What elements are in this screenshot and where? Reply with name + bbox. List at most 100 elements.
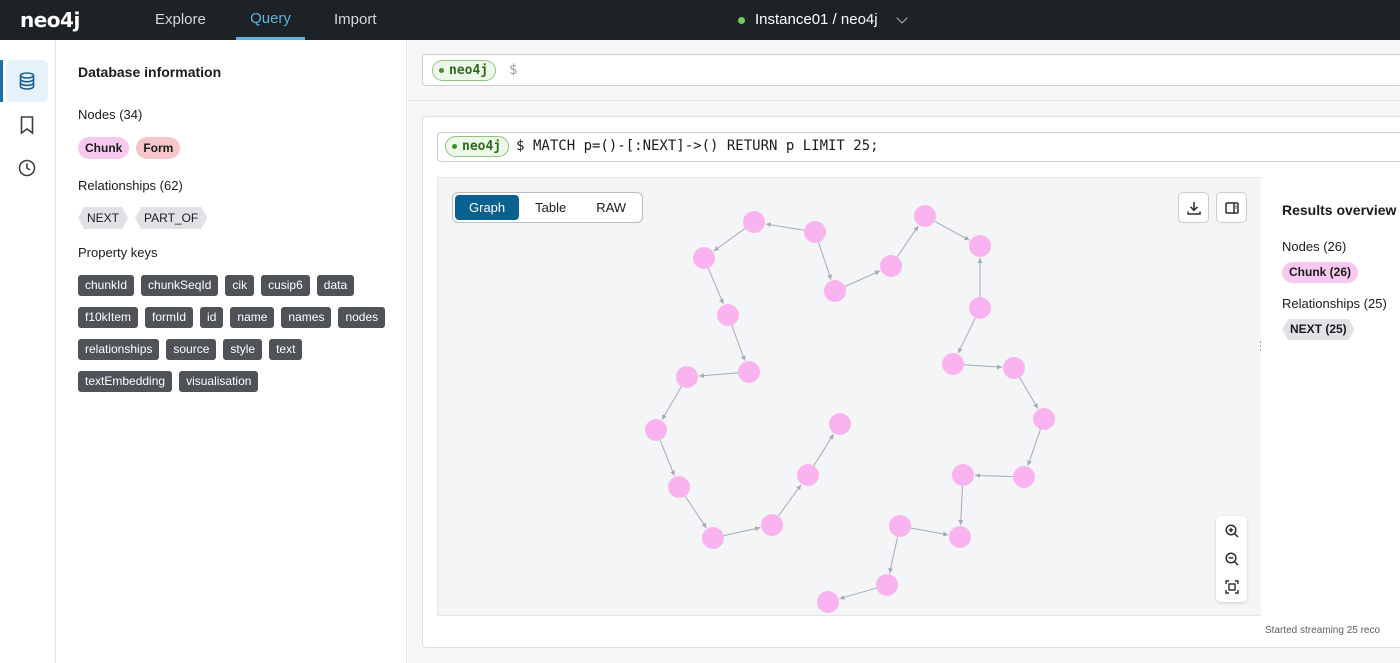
chunk-node[interactable] [743, 211, 765, 233]
view-raw-button[interactable]: RAW [582, 195, 640, 220]
nav-tab-explore[interactable]: Explore [155, 0, 206, 40]
property-key-chip[interactable]: nodes [338, 307, 386, 328]
property-key-chip[interactable]: cusip6 [261, 275, 310, 296]
next-relationship-edge[interactable] [778, 484, 802, 517]
chunk-node[interactable] [829, 413, 851, 435]
side-panel-icon [1224, 201, 1239, 214]
chunk-node[interactable] [804, 221, 826, 243]
chunk-node[interactable] [889, 515, 911, 537]
instance-selector[interactable]: Instance01 / neo4j [738, 0, 908, 40]
next-relationship-edge[interactable] [839, 587, 877, 600]
property-key-chip[interactable]: relationships [78, 339, 160, 360]
next-relationship-edge[interactable] [659, 440, 675, 477]
chunk-node[interactable] [645, 419, 667, 441]
property-key-chip[interactable]: cik [225, 275, 255, 296]
property-key-chip[interactable]: name [230, 307, 275, 328]
chunk-node[interactable] [914, 205, 936, 227]
chunk-node[interactable] [693, 247, 715, 269]
chunk-node[interactable] [702, 527, 724, 549]
next-relationship-edge[interactable] [765, 222, 805, 231]
chunk-node[interactable] [738, 361, 760, 383]
chunk-node[interactable] [1033, 408, 1055, 430]
graph-visualization[interactable]: Graph Table RAW [437, 177, 1261, 616]
next-relationship-edge[interactable] [974, 473, 1014, 479]
chunk-node[interactable] [880, 255, 902, 277]
chunk-node[interactable] [824, 280, 846, 302]
chunk-node[interactable] [761, 514, 783, 536]
toggle-panel-button[interactable] [1216, 192, 1247, 223]
next-relationship-edge[interactable] [958, 485, 964, 526]
property-key-chip[interactable]: style [223, 339, 263, 360]
next-relationship-edge[interactable] [731, 325, 746, 361]
query-history-button[interactable] [6, 147, 48, 189]
view-graph-button[interactable]: Graph [455, 195, 520, 220]
next-relationship-edge[interactable] [1027, 429, 1041, 466]
saved-cypher-button[interactable] [6, 104, 48, 146]
chunk-node[interactable] [797, 464, 819, 486]
property-key-chip[interactable]: visualisation [179, 371, 259, 392]
next-relationship-edge[interactable] [1019, 377, 1039, 409]
next-relationship-edge[interactable] [934, 220, 970, 241]
chunk-node[interactable] [876, 574, 898, 596]
relationship-type-chip[interactable]: NEXT [78, 207, 128, 229]
zoom-out-button[interactable] [1216, 545, 1247, 573]
graph-canvas[interactable] [438, 178, 1262, 617]
chunk-node[interactable] [969, 297, 991, 319]
property-key-chip[interactable]: chunkSeqId [141, 275, 219, 296]
chunk-node[interactable] [668, 476, 690, 498]
zoom-in-button[interactable] [1216, 517, 1247, 545]
property-key-chip[interactable]: chunkId [78, 275, 135, 296]
chunk-node[interactable] [942, 353, 964, 375]
property-key-chip[interactable]: names [281, 307, 332, 328]
nav-tab-import[interactable]: Import [334, 0, 377, 40]
editor-prompt: $ [509, 62, 518, 78]
next-relationship-edge[interactable] [713, 228, 746, 252]
download-button[interactable] [1178, 192, 1209, 223]
result-relationships-label: Relationships (25) [1282, 296, 1387, 311]
next-relationship-edge[interactable] [896, 225, 919, 258]
next-relationship-edge[interactable] [813, 433, 835, 466]
fit-to-screen-button[interactable] [1216, 573, 1247, 601]
instance-name: Instance01 / neo4j [755, 11, 878, 28]
cypher-editor[interactable]: neo4j $ [422, 54, 1400, 86]
property-key-chip[interactable]: text [269, 339, 303, 360]
next-relationship-edge[interactable] [844, 270, 881, 287]
chunk-node[interactable] [717, 304, 739, 326]
next-relationship-edge[interactable] [698, 372, 739, 379]
result-relationship-chip[interactable]: NEXT (25) [1282, 319, 1355, 340]
chunk-node[interactable] [952, 464, 974, 486]
chunk-node[interactable] [969, 235, 991, 257]
nav-tab-query[interactable]: Query [236, 0, 305, 40]
next-relationship-edge[interactable] [957, 317, 976, 354]
property-key-chip[interactable]: textEmbedding [78, 371, 173, 392]
node-label-chip[interactable]: Form [136, 137, 181, 159]
chunk-node[interactable] [1003, 357, 1025, 379]
next-relationship-edge[interactable] [910, 527, 949, 537]
chunk-node[interactable] [817, 591, 839, 613]
chunk-node[interactable] [1013, 466, 1035, 488]
property-key-list: chunkId chunkSeqId cik cusip6 data f10kItem fo… [78, 275, 398, 392]
relationship-type-chip[interactable]: PART_OF [135, 207, 207, 229]
next-relationship-edge[interactable] [963, 364, 1003, 370]
view-table-button[interactable]: Table [521, 195, 580, 220]
next-relationship-edge[interactable] [723, 526, 761, 537]
next-relationship-edge[interactable] [818, 242, 832, 280]
chunk-node[interactable] [949, 526, 971, 548]
next-relationship-edge[interactable] [707, 267, 724, 305]
node-label-chip[interactable]: Chunk [78, 137, 130, 159]
result-query[interactable]: neo4j $ MATCH p=()-[:NEXT]->() RETURN p … [437, 132, 1400, 162]
result-node-chip[interactable]: Chunk (26) [1282, 262, 1359, 283]
next-relationship-edge[interactable] [888, 536, 899, 574]
property-key-chip[interactable]: id [200, 307, 224, 328]
next-relationship-edge[interactable] [684, 495, 707, 529]
property-key-chip[interactable]: f10kItem [78, 307, 139, 328]
property-key-chip[interactable]: source [166, 339, 217, 360]
property-key-chip[interactable]: formId [145, 307, 194, 328]
chunk-node[interactable] [676, 366, 698, 388]
neo4j-logo[interactable]: neo4j [20, 8, 80, 32]
property-key-chip[interactable]: data [316, 275, 355, 296]
database-info-button[interactable] [6, 60, 48, 102]
database-name: neo4j [462, 139, 502, 154]
next-relationship-edge[interactable] [661, 386, 682, 420]
database-information-panel: Database information Nodes (34) Chunk Fo… [57, 40, 407, 663]
